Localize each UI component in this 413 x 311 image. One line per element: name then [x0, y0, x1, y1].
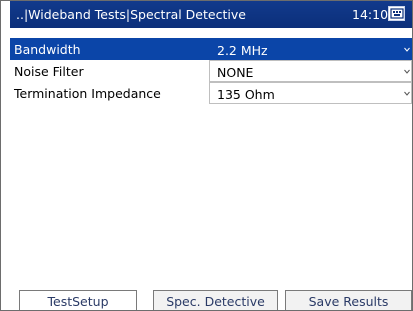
- tab-bar: TestSetup Spec. Detective Save Results: [19, 290, 412, 310]
- tab-save-results[interactable]: Save Results: [285, 290, 412, 310]
- chevron-down-icon: [404, 91, 410, 96]
- setting-row-termination-impedance[interactable]: Termination Impedance 135 Ohm: [10, 82, 412, 104]
- title-bar: ..|Wideband Tests|Spectral Detective 14:…: [10, 1, 412, 28]
- tab-label: Save Results: [308, 294, 389, 309]
- bandwidth-dropdown[interactable]: 2.2 MHz: [209, 38, 412, 60]
- setting-label: Noise Filter: [14, 64, 84, 79]
- chevron-down-icon: [404, 47, 410, 52]
- setting-value: 135 Ohm: [217, 87, 275, 102]
- keypad-icon[interactable]: [388, 6, 405, 21]
- tab-test-setup[interactable]: TestSetup: [19, 290, 137, 310]
- setting-label: Termination Impedance: [14, 86, 161, 101]
- setting-row-noise-filter[interactable]: Noise Filter NONE: [10, 60, 412, 82]
- noise-filter-dropdown[interactable]: NONE: [209, 60, 412, 82]
- setting-row-bandwidth[interactable]: Bandwidth 2.2 MHz: [10, 38, 412, 60]
- tab-label: Spec. Detective: [166, 294, 265, 309]
- termination-impedance-dropdown[interactable]: 135 Ohm: [209, 82, 412, 104]
- clock: 14:10: [352, 7, 389, 22]
- setting-value: NONE: [217, 65, 254, 80]
- setting-value: 2.2 MHz: [217, 43, 268, 58]
- window-title: ..|Wideband Tests|Spectral Detective: [16, 7, 246, 22]
- tab-spec-detective[interactable]: Spec. Detective: [153, 290, 278, 310]
- tab-label: TestSetup: [47, 294, 109, 309]
- app-window: ..|Wideband Tests|Spectral Detective 14:…: [0, 0, 413, 311]
- chevron-down-icon: [404, 69, 410, 74]
- setting-label: Bandwidth: [14, 42, 81, 57]
